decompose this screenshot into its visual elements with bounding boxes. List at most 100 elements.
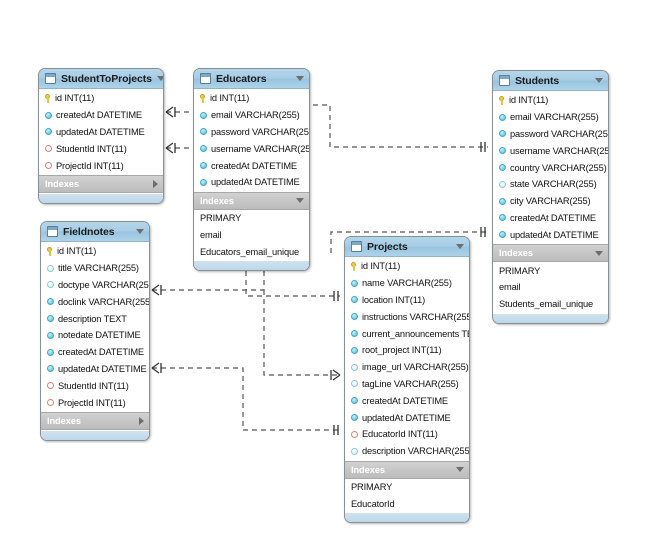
chevron-down-icon[interactable]: [156, 76, 163, 81]
column-row[interactable]: updatedAt DATETIME: [493, 226, 608, 243]
column-row[interactable]: image_url VARCHAR(255): [345, 359, 469, 376]
table-header-projects[interactable]: Projects: [345, 237, 469, 257]
column-icon: [350, 363, 358, 371]
chevron-down-icon[interactable]: [595, 78, 603, 83]
column-label: updatedAt DATETIME: [211, 177, 300, 188]
column-row[interactable]: notedate DATETIME: [41, 327, 149, 344]
column-row[interactable]: id INT(11): [41, 243, 149, 260]
column-row[interactable]: ProjectId INT(11): [41, 394, 149, 411]
column-label: id INT(11): [57, 246, 97, 257]
column-icon: [498, 164, 506, 172]
column-row[interactable]: id INT(11): [194, 90, 309, 107]
column-row[interactable]: root_project INT(11): [345, 342, 469, 359]
index-row[interactable]: Students_email_unique: [493, 296, 608, 313]
table-studenttoprojects[interactable]: StudentToProjects id INT(11) createdAt DAT…: [38, 68, 164, 204]
column-row[interactable]: updatedAt DATETIME: [39, 124, 163, 141]
indexes-section-header[interactable]: Indexes: [39, 174, 163, 193]
column-row[interactable]: description VARCHAR(255): [345, 443, 469, 460]
column-row[interactable]: EducatorId INT(11): [345, 426, 469, 443]
column-row[interactable]: description TEXT: [41, 310, 149, 327]
chevron-down-icon[interactable]: [296, 76, 304, 81]
indexes-section-header[interactable]: Indexes: [493, 244, 608, 263]
column-row[interactable]: createdAt DATETIME: [345, 392, 469, 409]
table-projects[interactable]: Projects id INT(11) name VARCHAR(255) locat…: [344, 236, 470, 524]
column-icon: [350, 380, 358, 388]
column-row[interactable]: username VARCHAR(255): [194, 140, 309, 157]
column-label: instructions VARCHAR(255): [362, 311, 470, 322]
table-name: Students: [515, 74, 560, 87]
column-row[interactable]: email VARCHAR(255): [194, 107, 309, 124]
indexes-section-header[interactable]: Indexes: [194, 191, 309, 210]
index-row[interactable]: EducatorId: [345, 495, 469, 512]
chevron-down-icon[interactable]: [296, 198, 304, 204]
one-marker-projects-c: [333, 425, 339, 435]
column-row[interactable]: updatedAt DATETIME: [345, 409, 469, 426]
column-row[interactable]: id INT(11): [345, 258, 469, 275]
crowfoot-fieldnotes-projectid: [151, 362, 162, 374]
chevron-down-icon[interactable]: [595, 250, 603, 256]
table-header-fieldnotes[interactable]: Fieldnotes: [41, 222, 149, 242]
chevron-down-icon[interactable]: [136, 229, 144, 234]
column-row[interactable]: id INT(11): [39, 90, 163, 107]
column-row[interactable]: createdAt DATETIME: [41, 344, 149, 361]
column-row[interactable]: title VARCHAR(255): [41, 260, 149, 277]
table-header-students[interactable]: Students: [493, 71, 608, 91]
index-row[interactable]: PRIMARY: [194, 210, 309, 227]
chevron-right-icon[interactable]: [139, 416, 144, 425]
column-row[interactable]: updatedAt DATETIME: [194, 174, 309, 191]
index-row[interactable]: PRIMARY: [493, 262, 608, 279]
column-label: createdAt DATETIME: [510, 212, 596, 223]
table-fieldnotes[interactable]: Fieldnotes id INT(11) title VARCHAR(255) do…: [40, 221, 150, 441]
column-row[interactable]: username VARCHAR(255): [493, 142, 608, 159]
column-label: title VARCHAR(255): [58, 263, 139, 274]
table-icon: [499, 75, 510, 86]
column-label: createdAt DATETIME: [211, 160, 297, 171]
column-icon: [199, 111, 207, 119]
column-row[interactable]: doctype VARCHAR(255): [41, 277, 149, 294]
column-label: description VARCHAR(255): [362, 446, 470, 457]
primary-key-icon: [44, 93, 51, 103]
column-label: updatedAt DATETIME: [58, 363, 147, 374]
table-educators[interactable]: Educators id INT(11) email VARCHAR(255) pas…: [193, 68, 310, 272]
column-icon: [498, 231, 506, 239]
column-row[interactable]: password VARCHAR(255): [194, 124, 309, 141]
column-row[interactable]: ProjectId INT(11): [39, 157, 163, 174]
chevron-right-icon[interactable]: [153, 179, 158, 188]
column-icon: [498, 197, 506, 205]
column-row[interactable]: state VARCHAR(255): [493, 176, 608, 193]
indexes-section-header[interactable]: Indexes: [41, 411, 149, 430]
column-row[interactable]: country VARCHAR(255): [493, 159, 608, 176]
column-label: notedate DATETIME: [58, 330, 141, 341]
column-row[interactable]: password VARCHAR(255): [493, 126, 608, 143]
index-row[interactable]: Educators_email_unique: [194, 243, 309, 260]
column-row[interactable]: location INT(11): [345, 292, 469, 309]
column-row[interactable]: doclink VARCHAR(255): [41, 293, 149, 310]
index-row[interactable]: email: [493, 279, 608, 296]
column-row[interactable]: createdAt DATETIME: [493, 210, 608, 227]
column-row[interactable]: id INT(11): [493, 92, 608, 109]
column-row[interactable]: createdAt DATETIME: [39, 107, 163, 124]
column-row[interactable]: StudentId INT(11): [41, 377, 149, 394]
foreign-key-icon: [46, 382, 54, 390]
column-row[interactable]: city VARCHAR(255): [493, 193, 608, 210]
column-row[interactable]: current_announcements TEXT: [345, 325, 469, 342]
table-students[interactable]: Students id INT(11) email VARCHAR(255) pass…: [492, 70, 609, 324]
indexes-section-header[interactable]: Indexes: [345, 460, 469, 479]
column-list: id INT(11) title VARCHAR(255) doctype VARC…: [41, 242, 149, 412]
chevron-down-icon[interactable]: [456, 467, 464, 473]
column-icon: [44, 128, 52, 136]
index-row[interactable]: email: [194, 227, 309, 244]
column-row[interactable]: email VARCHAR(255): [493, 109, 608, 126]
table-header-educators[interactable]: Educators: [194, 69, 309, 89]
column-row[interactable]: name VARCHAR(255): [345, 275, 469, 292]
column-row[interactable]: createdAt DATETIME: [194, 157, 309, 174]
column-row[interactable]: tagLine VARCHAR(255): [345, 376, 469, 393]
column-row[interactable]: updatedAt DATETIME: [41, 361, 149, 378]
table-header-studenttoprojects[interactable]: StudentToProjects: [39, 69, 163, 89]
column-row[interactable]: instructions VARCHAR(255): [345, 308, 469, 325]
index-row[interactable]: PRIMARY: [345, 479, 469, 496]
er-diagram-canvas[interactable]: StudentToProjects id INT(11) createdAt DAT…: [0, 0, 661, 550]
index-list: PRIMARY EducatorId: [345, 478, 469, 513]
column-row[interactable]: StudentId INT(11): [39, 140, 163, 157]
chevron-down-icon[interactable]: [456, 244, 464, 249]
